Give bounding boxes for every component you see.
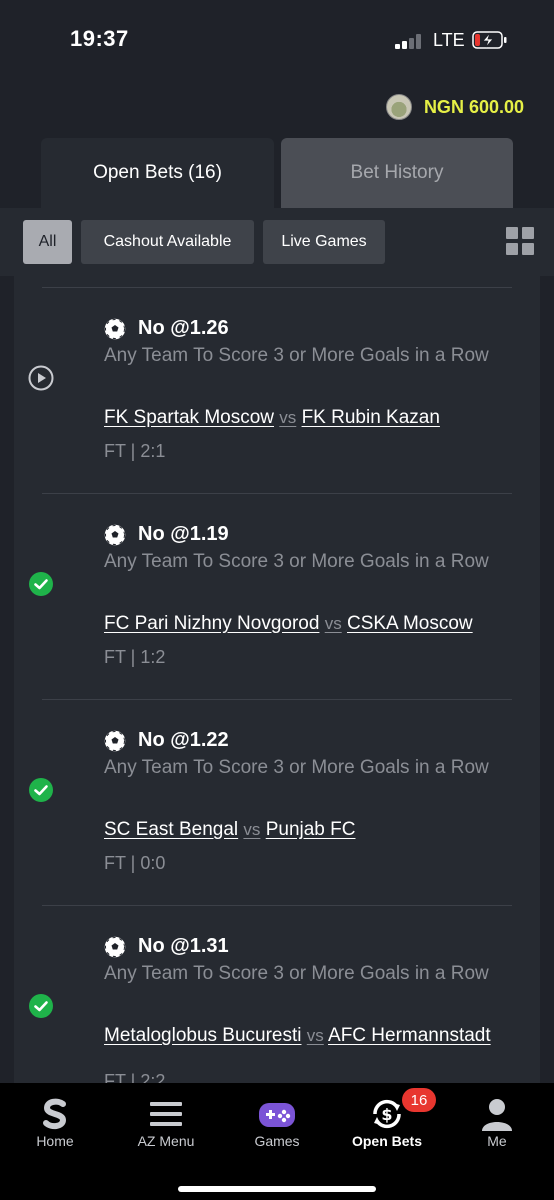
nav-me[interactable]: Me bbox=[442, 1091, 552, 1153]
cashout-icon: $ bbox=[373, 1099, 401, 1129]
home-indicator[interactable] bbox=[178, 1186, 376, 1192]
divider bbox=[42, 493, 512, 494]
divider bbox=[42, 699, 512, 700]
divider bbox=[42, 287, 512, 288]
bet-card[interactable]: No @1.22 Any Team To Score 3 or More Goa… bbox=[14, 699, 540, 905]
nav-games-label: Games bbox=[254, 1133, 300, 1149]
vs-label: vs bbox=[279, 408, 297, 427]
soccer-ball-icon bbox=[104, 318, 126, 339]
bet-pick: No @1.31 bbox=[138, 935, 229, 957]
balance-amount: NGN 600.00 bbox=[423, 96, 524, 117]
match-result: FT | 2:1 bbox=[104, 441, 166, 461]
bet-card[interactable]: No @1.26 Any Team To Score 3 or More Goa… bbox=[14, 287, 540, 493]
grid-view-icon[interactable] bbox=[506, 227, 534, 255]
nav-az-menu-label: AZ Menu bbox=[137, 1133, 195, 1149]
home-team[interactable]: SC East Bengal bbox=[104, 819, 238, 840]
user-icon bbox=[482, 1099, 512, 1131]
nav-home-label: Home bbox=[36, 1133, 74, 1149]
signal-icon bbox=[395, 33, 425, 49]
filter-cashout-button[interactable]: Cashout Available bbox=[81, 220, 254, 264]
soccer-ball-icon bbox=[104, 730, 126, 751]
bet-market: Any Team To Score 3 or More Goals in a R… bbox=[104, 551, 489, 572]
nav-me-label: Me bbox=[487, 1133, 507, 1149]
match-link[interactable]: Metaloglobus Bucuresti vs AFC Hermannsta… bbox=[104, 1023, 514, 1048]
svg-text:$: $ bbox=[381, 1105, 392, 1124]
match-link[interactable]: FK Spartak Moscow vs FK Rubin Kazan bbox=[104, 405, 514, 430]
play-icon[interactable] bbox=[28, 365, 54, 391]
battery-charging-icon bbox=[472, 31, 507, 49]
away-team[interactable]: CSKA Moscow bbox=[347, 613, 473, 634]
bet-card[interactable]: No @1.31 Any Team To Score 3 or More Goa… bbox=[14, 905, 540, 1083]
nav-games[interactable]: Games bbox=[222, 1091, 332, 1153]
away-team[interactable]: FK Rubin Kazan bbox=[302, 407, 440, 428]
match-result: FT | 0:0 bbox=[104, 853, 166, 873]
soccer-ball-icon bbox=[104, 524, 126, 545]
bet-pick: No @1.19 bbox=[138, 523, 229, 545]
network-type: LTE bbox=[433, 30, 465, 50]
match-link[interactable]: FC Pari Nizhny Novgorod vs CSKA Moscow bbox=[104, 611, 514, 636]
home-team[interactable]: FC Pari Nizhny Novgorod bbox=[104, 613, 319, 634]
bet-list[interactable]: No @1.26 Any Team To Score 3 or More Goa… bbox=[14, 276, 540, 1083]
soccer-ball-icon bbox=[104, 936, 126, 957]
nav-open-bets-label: Open Bets bbox=[351, 1133, 422, 1149]
away-team[interactable]: Punjab FC bbox=[266, 819, 356, 840]
vs-label: vs bbox=[306, 1026, 324, 1045]
bet-market: Any Team To Score 3 or More Goals in a R… bbox=[104, 963, 489, 984]
account-balance[interactable]: NGN 600.00 bbox=[385, 92, 524, 122]
away-team[interactable]: AFC Hermannstadt bbox=[328, 1025, 491, 1046]
home-team[interactable]: FK Spartak Moscow bbox=[104, 407, 274, 428]
nav-az-menu[interactable]: AZ Menu bbox=[111, 1091, 221, 1153]
filter-all-button[interactable]: All bbox=[23, 220, 72, 264]
status-bar: 19:37 LTE bbox=[0, 0, 554, 84]
bet-card[interactable]: No @1.19 Any Team To Score 3 or More Goa… bbox=[14, 493, 540, 699]
bet-pick: No @1.22 bbox=[138, 729, 229, 751]
vs-label: vs bbox=[243, 820, 261, 839]
nav-home[interactable]: Home bbox=[0, 1091, 110, 1153]
bet-market: Any Team To Score 3 or More Goals in a R… bbox=[104, 345, 489, 366]
open-bets-count-badge: 16 bbox=[402, 1088, 436, 1112]
menu-icon bbox=[150, 1102, 182, 1126]
gamepad-icon bbox=[259, 1103, 295, 1127]
home-team[interactable]: Metaloglobus Bucuresti bbox=[104, 1025, 302, 1046]
bet-pick: No @1.26 bbox=[138, 317, 229, 339]
check-icon bbox=[29, 994, 53, 1018]
divider bbox=[42, 905, 512, 906]
avatar[interactable] bbox=[385, 94, 412, 120]
tab-bet-history[interactable]: Bet History bbox=[281, 138, 513, 208]
match-result: FT | 2:2 bbox=[104, 1071, 166, 1083]
check-icon bbox=[29, 572, 53, 596]
bottom-nav: Home AZ Menu Games $ Open Bets Me bbox=[0, 1083, 554, 1200]
status-time: 19:37 bbox=[70, 26, 129, 51]
bet-market: Any Team To Score 3 or More Goals in a R… bbox=[104, 757, 489, 778]
match-link[interactable]: SC East Bengal vs Punjab FC bbox=[104, 817, 514, 842]
filter-live-games-button[interactable]: Live Games bbox=[263, 220, 385, 264]
sporty-logo-icon bbox=[43, 1098, 67, 1130]
vs-label: vs bbox=[324, 614, 342, 633]
tab-open-bets[interactable]: Open Bets (16) bbox=[41, 138, 274, 208]
match-result: FT | 1:2 bbox=[104, 647, 166, 667]
check-icon bbox=[29, 778, 53, 802]
filter-bar: All Cashout Available Live Games bbox=[0, 208, 554, 276]
